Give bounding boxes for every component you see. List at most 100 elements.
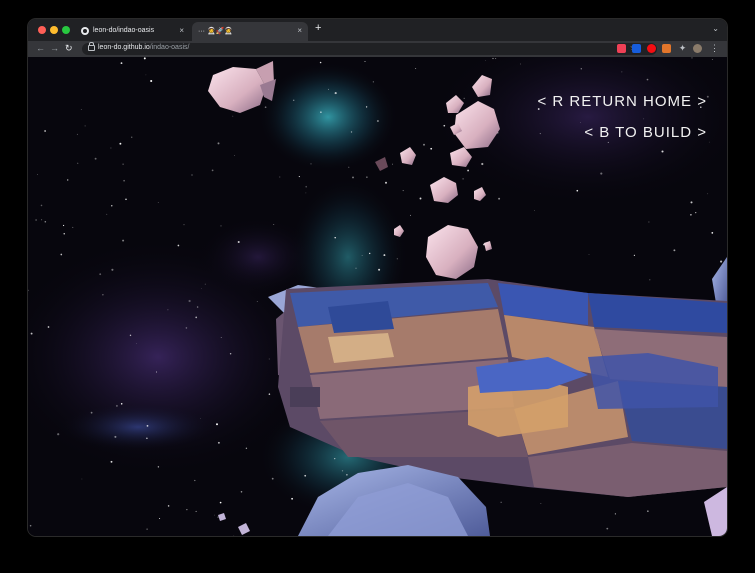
- star: [146, 528, 148, 530]
- star: [540, 502, 542, 504]
- star: [580, 122, 582, 123]
- star: [364, 61, 366, 62]
- star: [392, 163, 393, 165]
- tab-search-icon[interactable]: ⌄: [712, 24, 719, 33]
- star: [341, 470, 344, 472]
- url-path: /indao-oasis/: [149, 44, 190, 51]
- star: [150, 79, 153, 83]
- url-host: leon-do.github.io: [98, 44, 150, 51]
- star: [711, 232, 714, 234]
- tab-game[interactable]: ··· 🧑‍🚀🚀🧑‍🚀 ×: [192, 22, 308, 41]
- lock-icon[interactable]: [88, 42, 95, 51]
- star: [131, 136, 133, 138]
- star: [273, 224, 275, 226]
- to-build-hint: < B TO BUILD >: [584, 124, 707, 141]
- star: [195, 316, 198, 319]
- star: [346, 474, 348, 476]
- star: [708, 141, 710, 143]
- tab-bar: leon-do/indao-oasis × ··· 🧑‍🚀🚀🧑‍🚀 × + ⌄: [28, 19, 727, 41]
- star: [366, 176, 368, 178]
- close-tab-icon[interactable]: ×: [179, 26, 184, 35]
- star: [305, 192, 307, 194]
- tab-github[interactable]: leon-do/indao-oasis ×: [74, 22, 190, 41]
- nebula-cyan: [258, 62, 398, 172]
- menu-icon[interactable]: ⋮: [710, 44, 719, 53]
- avatar-icon[interactable]: [693, 44, 702, 53]
- star: [467, 169, 470, 172]
- star: [63, 224, 65, 227]
- star: [232, 115, 234, 117]
- star: [334, 457, 336, 460]
- star: [319, 61, 322, 64]
- bitwarden-icon[interactable]: [632, 44, 641, 53]
- star: [348, 166, 350, 168]
- star: [646, 78, 649, 81]
- star: [146, 437, 148, 440]
- star: [200, 287, 202, 289]
- star: [673, 249, 676, 252]
- tab-title: leon-do/indao-oasis: [93, 27, 155, 34]
- star: [37, 174, 38, 175]
- back-arrow-icon[interactable]: ←: [36, 43, 45, 53]
- star: [402, 190, 404, 192]
- tab-title: ··· 🧑‍🚀🚀🧑‍🚀: [198, 28, 234, 35]
- star: [268, 358, 270, 360]
- star: [498, 197, 501, 200]
- close-window-button[interactable]: [38, 26, 46, 34]
- address-bar[interactable]: leon-do.github.io/indao-oasis/ ⇪ ☆: [82, 42, 657, 55]
- metamask-icon[interactable]: [662, 44, 671, 53]
- star: [63, 233, 65, 235]
- star: [372, 81, 374, 83]
- star: [396, 258, 398, 260]
- star: [125, 198, 127, 201]
- star: [119, 142, 122, 145]
- star: [44, 221, 47, 223]
- pocket-icon[interactable]: [617, 44, 626, 53]
- star: [183, 224, 185, 226]
- star: [443, 124, 446, 127]
- star: [520, 63, 521, 65]
- star: [352, 176, 354, 179]
- star: [310, 163, 312, 165]
- game-viewport[interactable]: < R RETURN HOME > < B TO BUILD >: [28, 57, 727, 536]
- puzzle-icon[interactable]: ✦: [678, 44, 687, 53]
- star: [588, 254, 590, 255]
- star: [44, 130, 46, 132]
- star: [80, 109, 82, 110]
- star: [111, 268, 114, 271]
- star: [481, 162, 484, 166]
- star: [136, 343, 137, 344]
- close-tab-icon[interactable]: ×: [297, 26, 302, 35]
- star: [114, 435, 117, 438]
- star: [122, 239, 125, 242]
- star: [234, 155, 235, 156]
- url-text[interactable]: leon-do.github.io/indao-oasis/: [98, 44, 189, 51]
- star: [365, 106, 368, 108]
- star: [76, 133, 78, 135]
- star: [423, 143, 425, 146]
- star: [245, 447, 248, 449]
- star: [157, 466, 160, 468]
- star: [369, 252, 371, 255]
- maximize-window-button[interactable]: [62, 26, 70, 34]
- forward-arrow-icon[interactable]: →: [50, 43, 59, 53]
- star: [195, 510, 197, 512]
- star: [233, 534, 235, 536]
- star: [305, 185, 307, 188]
- star: [292, 99, 295, 102]
- new-tab-button[interactable]: +: [315, 22, 321, 34]
- star: [383, 254, 386, 257]
- adblock-icon[interactable]: [647, 44, 656, 53]
- star: [576, 189, 579, 192]
- star: [648, 221, 650, 223]
- star: [539, 133, 541, 135]
- star: [355, 267, 357, 269]
- reload-icon[interactable]: ↻: [65, 43, 73, 54]
- star: [35, 219, 37, 221]
- star: [621, 71, 623, 73]
- star: [84, 125, 86, 127]
- minimize-window-button[interactable]: [50, 26, 58, 34]
- star: [159, 518, 161, 519]
- star: [90, 411, 93, 414]
- star: [57, 433, 60, 436]
